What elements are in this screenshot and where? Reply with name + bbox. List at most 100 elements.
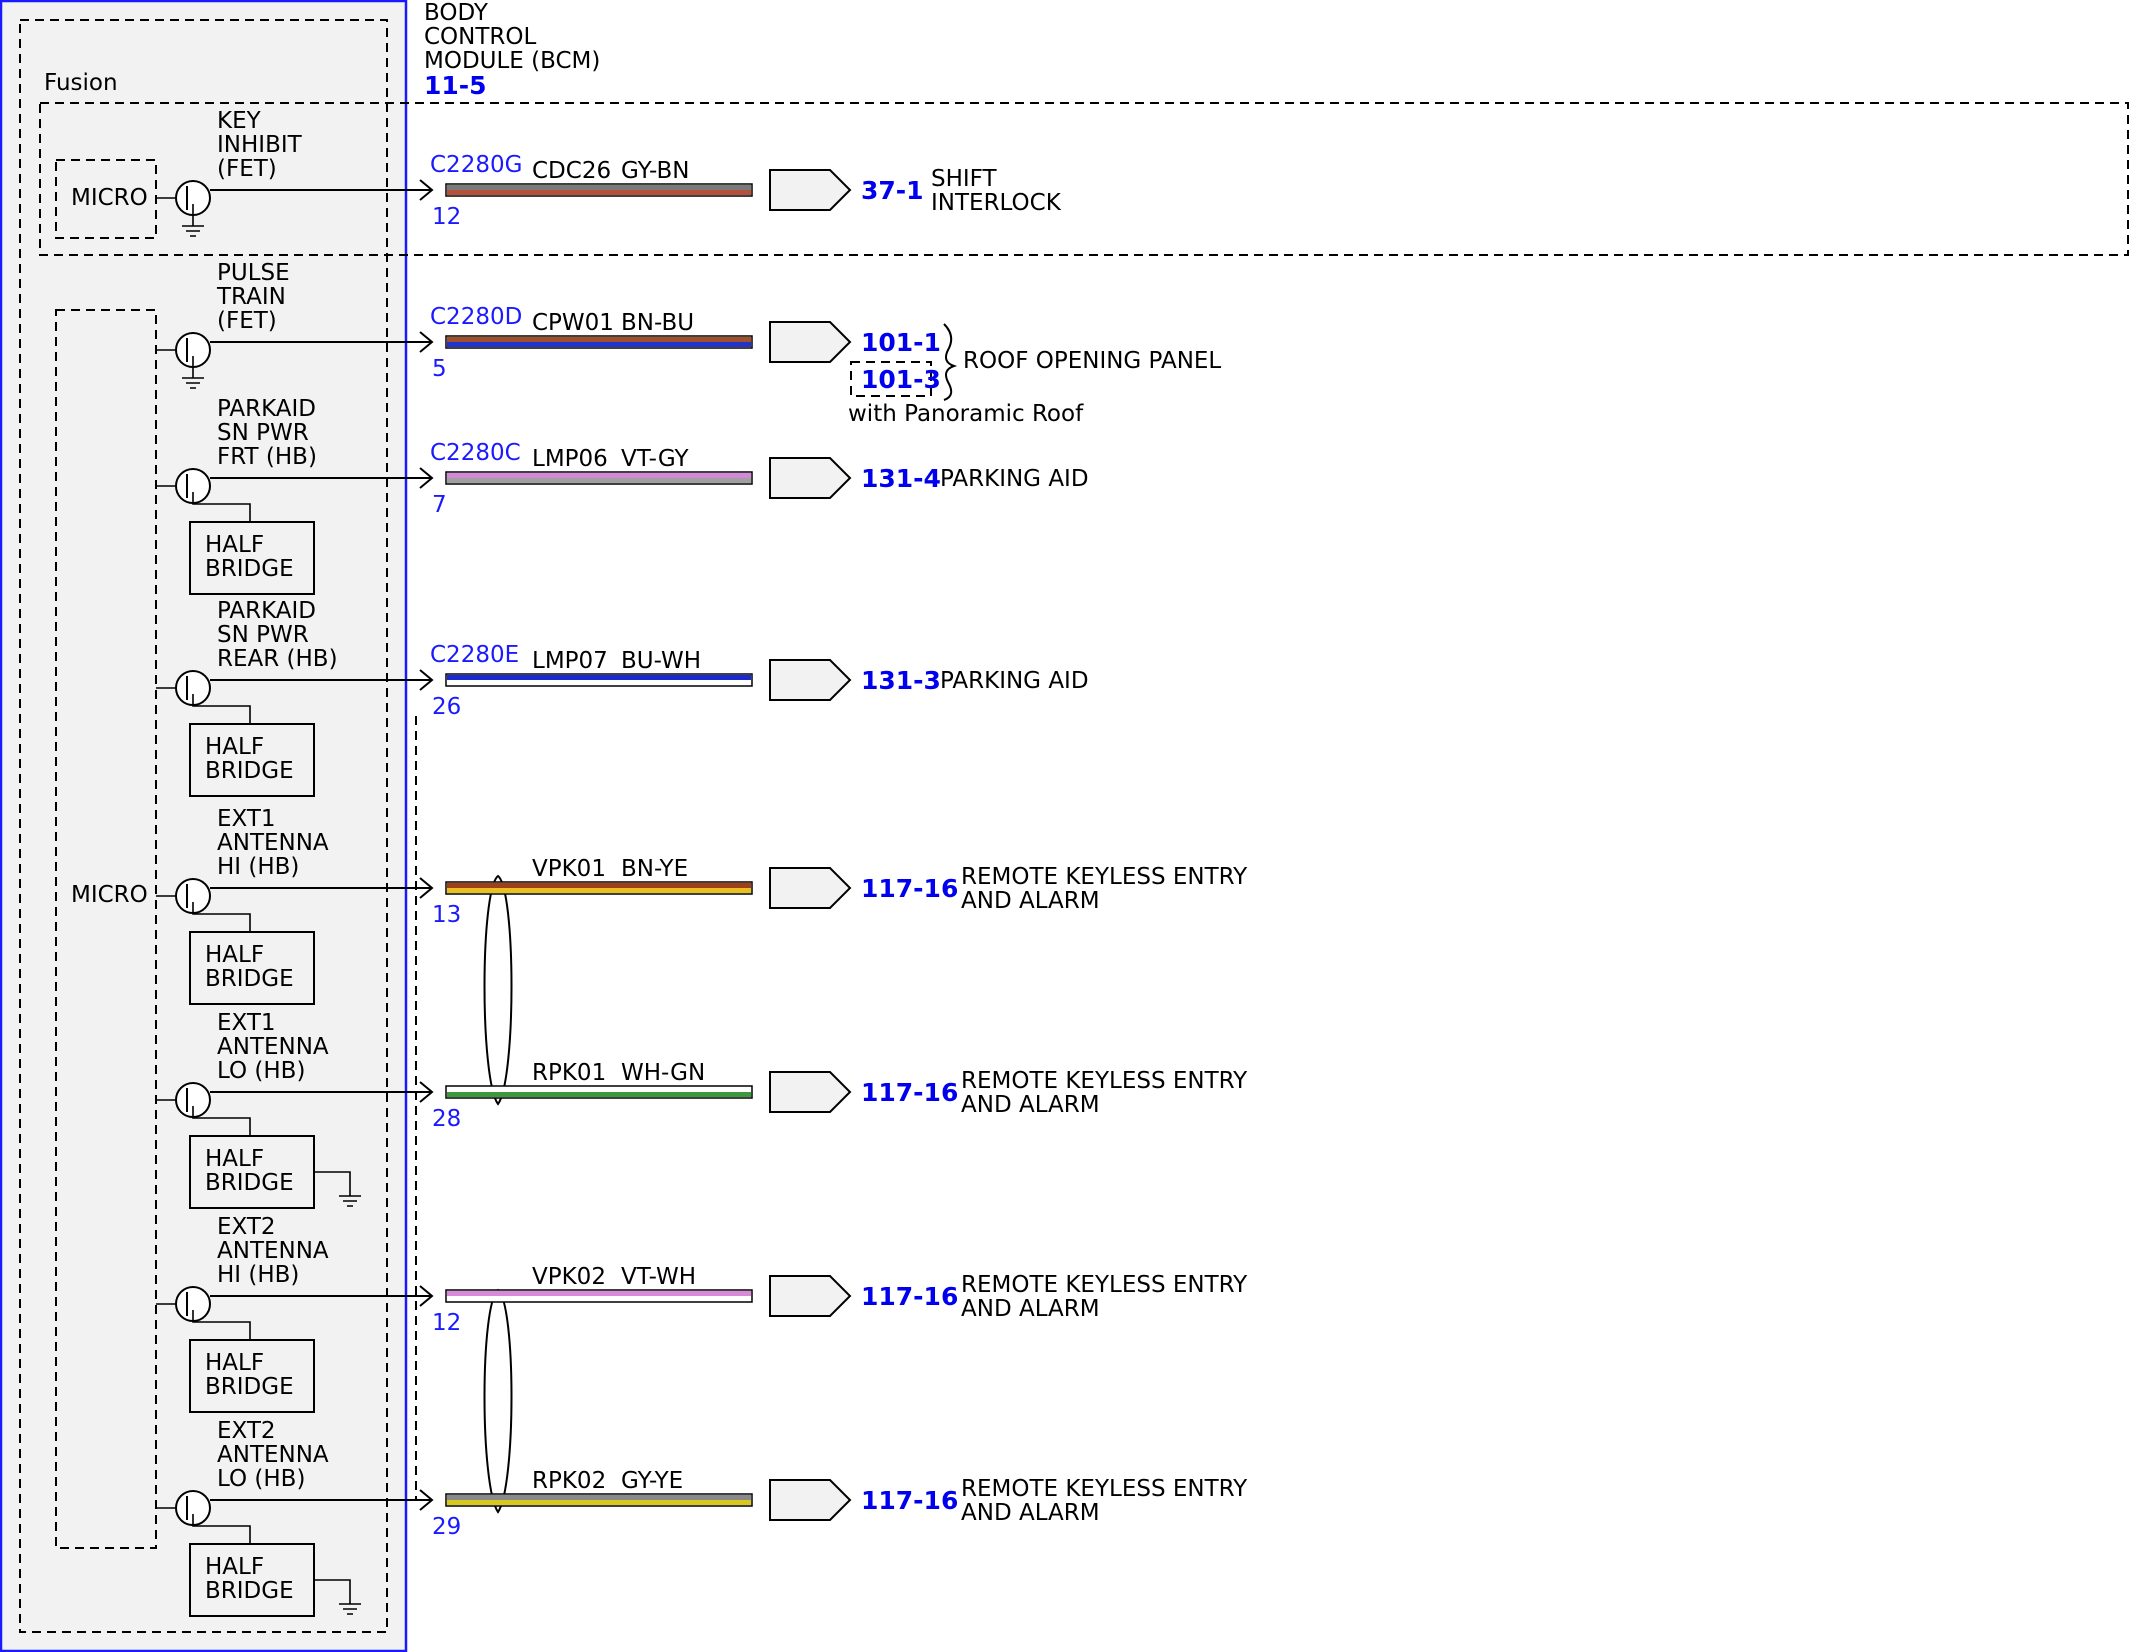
half-bridge-label: BRIDGE xyxy=(205,1578,294,1604)
destination-label: AND ALARM xyxy=(961,1296,1100,1322)
circuit-id: RPK01 xyxy=(532,1060,606,1086)
destination-label: PARKING AID xyxy=(940,466,1089,492)
driver-label-line: SN PWR xyxy=(217,420,309,446)
driver-label-line: (FET) xyxy=(217,308,277,334)
twisted-pair-ext2 xyxy=(483,1288,513,1514)
page-ref-link[interactable]: 117-16 xyxy=(861,1282,958,1311)
driver-label-line: HI (HB) xyxy=(217,854,299,880)
destination-label: REMOTE KEYLESS ENTRY xyxy=(961,1476,1248,1502)
wire-color: BN-BU xyxy=(621,310,694,336)
pin-number: 29 xyxy=(432,1514,461,1540)
page-ref-link[interactable]: 131-3 xyxy=(861,666,941,695)
destination-label: REMOTE KEYLESS ENTRY xyxy=(961,1272,1248,1298)
driver-label-line: EXT2 xyxy=(217,1418,276,1444)
destination-label: REMOTE KEYLESS ENTRY xyxy=(961,864,1248,890)
pin-number: 12 xyxy=(432,1310,461,1336)
driver-label-line: LO (HB) xyxy=(217,1466,305,1492)
circuit-id: CPW01 xyxy=(532,310,614,336)
driver-label-line: PARKAID xyxy=(217,396,316,422)
driver-label-line: INHIBIT xyxy=(217,132,303,158)
driver-label-line: REAR (HB) xyxy=(217,646,338,672)
bcm-ref-link[interactable]: 11-5 xyxy=(424,71,487,100)
circuit-id: VPK02 xyxy=(532,1264,606,1290)
bcm-title-line-1: BODY xyxy=(424,0,489,26)
driver-label-line: (FET) xyxy=(217,156,277,182)
connector-arrow-icon xyxy=(769,1275,852,1317)
destination-label: AND ALARM xyxy=(961,1500,1100,1526)
half-bridge-label: BRIDGE xyxy=(205,1374,294,1400)
wiring-diagram: Fusion BODY CONTROL MODULE (BCM) 11-5 MI… xyxy=(0,0,2129,1652)
driver-label-line: FRT (HB) xyxy=(217,444,317,470)
destination-label: AND ALARM xyxy=(961,888,1100,914)
driver-label-line: KEY xyxy=(217,108,262,134)
wire-color: VT-GY xyxy=(621,446,689,472)
connector-arrow-icon xyxy=(769,321,852,363)
pin-number: 13 xyxy=(432,902,461,928)
driver-label-line: LO (HB) xyxy=(217,1058,305,1084)
connector-arrow-icon xyxy=(769,867,852,909)
driver-label-line: PULSE xyxy=(217,260,290,286)
page-ref-link[interactable]: 131-4 xyxy=(861,464,941,493)
bcm-title-line-2: CONTROL xyxy=(424,24,537,50)
connector-id[interactable]: C2280D xyxy=(430,304,522,330)
circuit-id: LMP06 xyxy=(532,446,608,472)
driver-label-line: ANTENNA xyxy=(217,1238,329,1264)
micro-label-main: MICRO xyxy=(71,882,148,908)
roof-panel-brace xyxy=(943,323,958,401)
wire-color: WH-GN xyxy=(621,1060,705,1086)
half-bridge-label: HALF xyxy=(205,734,264,760)
page-ref-link[interactable]: 37-1 xyxy=(861,176,924,205)
twisted-pair-ext1 xyxy=(483,874,513,1106)
connector-arrow-icon xyxy=(769,659,852,701)
driver-label-line: EXT2 xyxy=(217,1214,276,1240)
wire-color: BN-YE xyxy=(621,856,688,882)
pin-number: 28 xyxy=(432,1106,461,1132)
page-ref-link[interactable]: 117-16 xyxy=(861,1078,958,1107)
driver-label-line: ANTENNA xyxy=(217,1034,329,1060)
half-bridge-label: HALF xyxy=(205,1350,264,1376)
destination-label: REMOTE KEYLESS ENTRY xyxy=(961,1068,1248,1094)
wire-color: VT-WH xyxy=(621,1264,696,1290)
pin-number: 7 xyxy=(432,492,447,518)
circuit-id: CDC26 xyxy=(532,158,611,184)
connector-id[interactable]: C2280E xyxy=(430,642,519,668)
wire-color: GY-BN xyxy=(621,158,689,184)
half-bridge-label: HALF xyxy=(205,942,264,968)
pin-number: 26 xyxy=(432,694,461,720)
connector-arrow-icon xyxy=(769,457,852,499)
half-bridge-label: BRIDGE xyxy=(205,1170,294,1196)
pin-number: 5 xyxy=(432,356,447,382)
driver-label-line: PARKAID xyxy=(217,598,316,624)
circuit-id: LMP07 xyxy=(532,648,608,674)
destination-label: AND ALARM xyxy=(961,1092,1100,1118)
page-ref-link-alt[interactable]: 101-3 xyxy=(861,365,941,394)
fusion-label: Fusion xyxy=(44,70,118,96)
page-ref-link[interactable]: 117-16 xyxy=(861,1486,958,1515)
half-bridge-label: HALF xyxy=(205,1146,264,1172)
half-bridge-label: BRIDGE xyxy=(205,966,294,992)
connector-id[interactable]: C2280C xyxy=(430,440,521,466)
driver-label-line: ANTENNA xyxy=(217,1442,329,1468)
option-note: with Panoramic Roof xyxy=(848,401,1084,427)
page-ref-link[interactable]: 101-1 xyxy=(861,328,941,357)
driver-label-line: EXT1 xyxy=(217,1010,276,1036)
connector-arrow-icon xyxy=(769,1479,852,1521)
half-bridge-label: HALF xyxy=(205,1554,264,1580)
connector-arrow-icon xyxy=(769,1071,852,1113)
driver-label-line: HI (HB) xyxy=(217,1262,299,1288)
page-ref-link[interactable]: 117-16 xyxy=(861,874,958,903)
half-bridge-label: BRIDGE xyxy=(205,758,294,784)
wire-color: BU-WH xyxy=(621,648,701,674)
destination-label: ROOF OPENING PANEL xyxy=(963,348,1221,374)
micro-label-top: MICRO xyxy=(71,185,148,211)
half-bridge-label: HALF xyxy=(205,532,264,558)
wire-color: GY-YE xyxy=(621,1468,683,1494)
driver-label-line: TRAIN xyxy=(216,284,286,310)
pin-number: 12 xyxy=(432,204,461,230)
driver-label-line: EXT1 xyxy=(217,806,276,832)
destination-label: INTERLOCK xyxy=(931,190,1062,216)
connector-id[interactable]: C2280G xyxy=(430,152,522,178)
connector-arrow-icon xyxy=(769,169,852,211)
destination-label: PARKING AID xyxy=(940,668,1089,694)
driver-label-line: ANTENNA xyxy=(217,830,329,856)
